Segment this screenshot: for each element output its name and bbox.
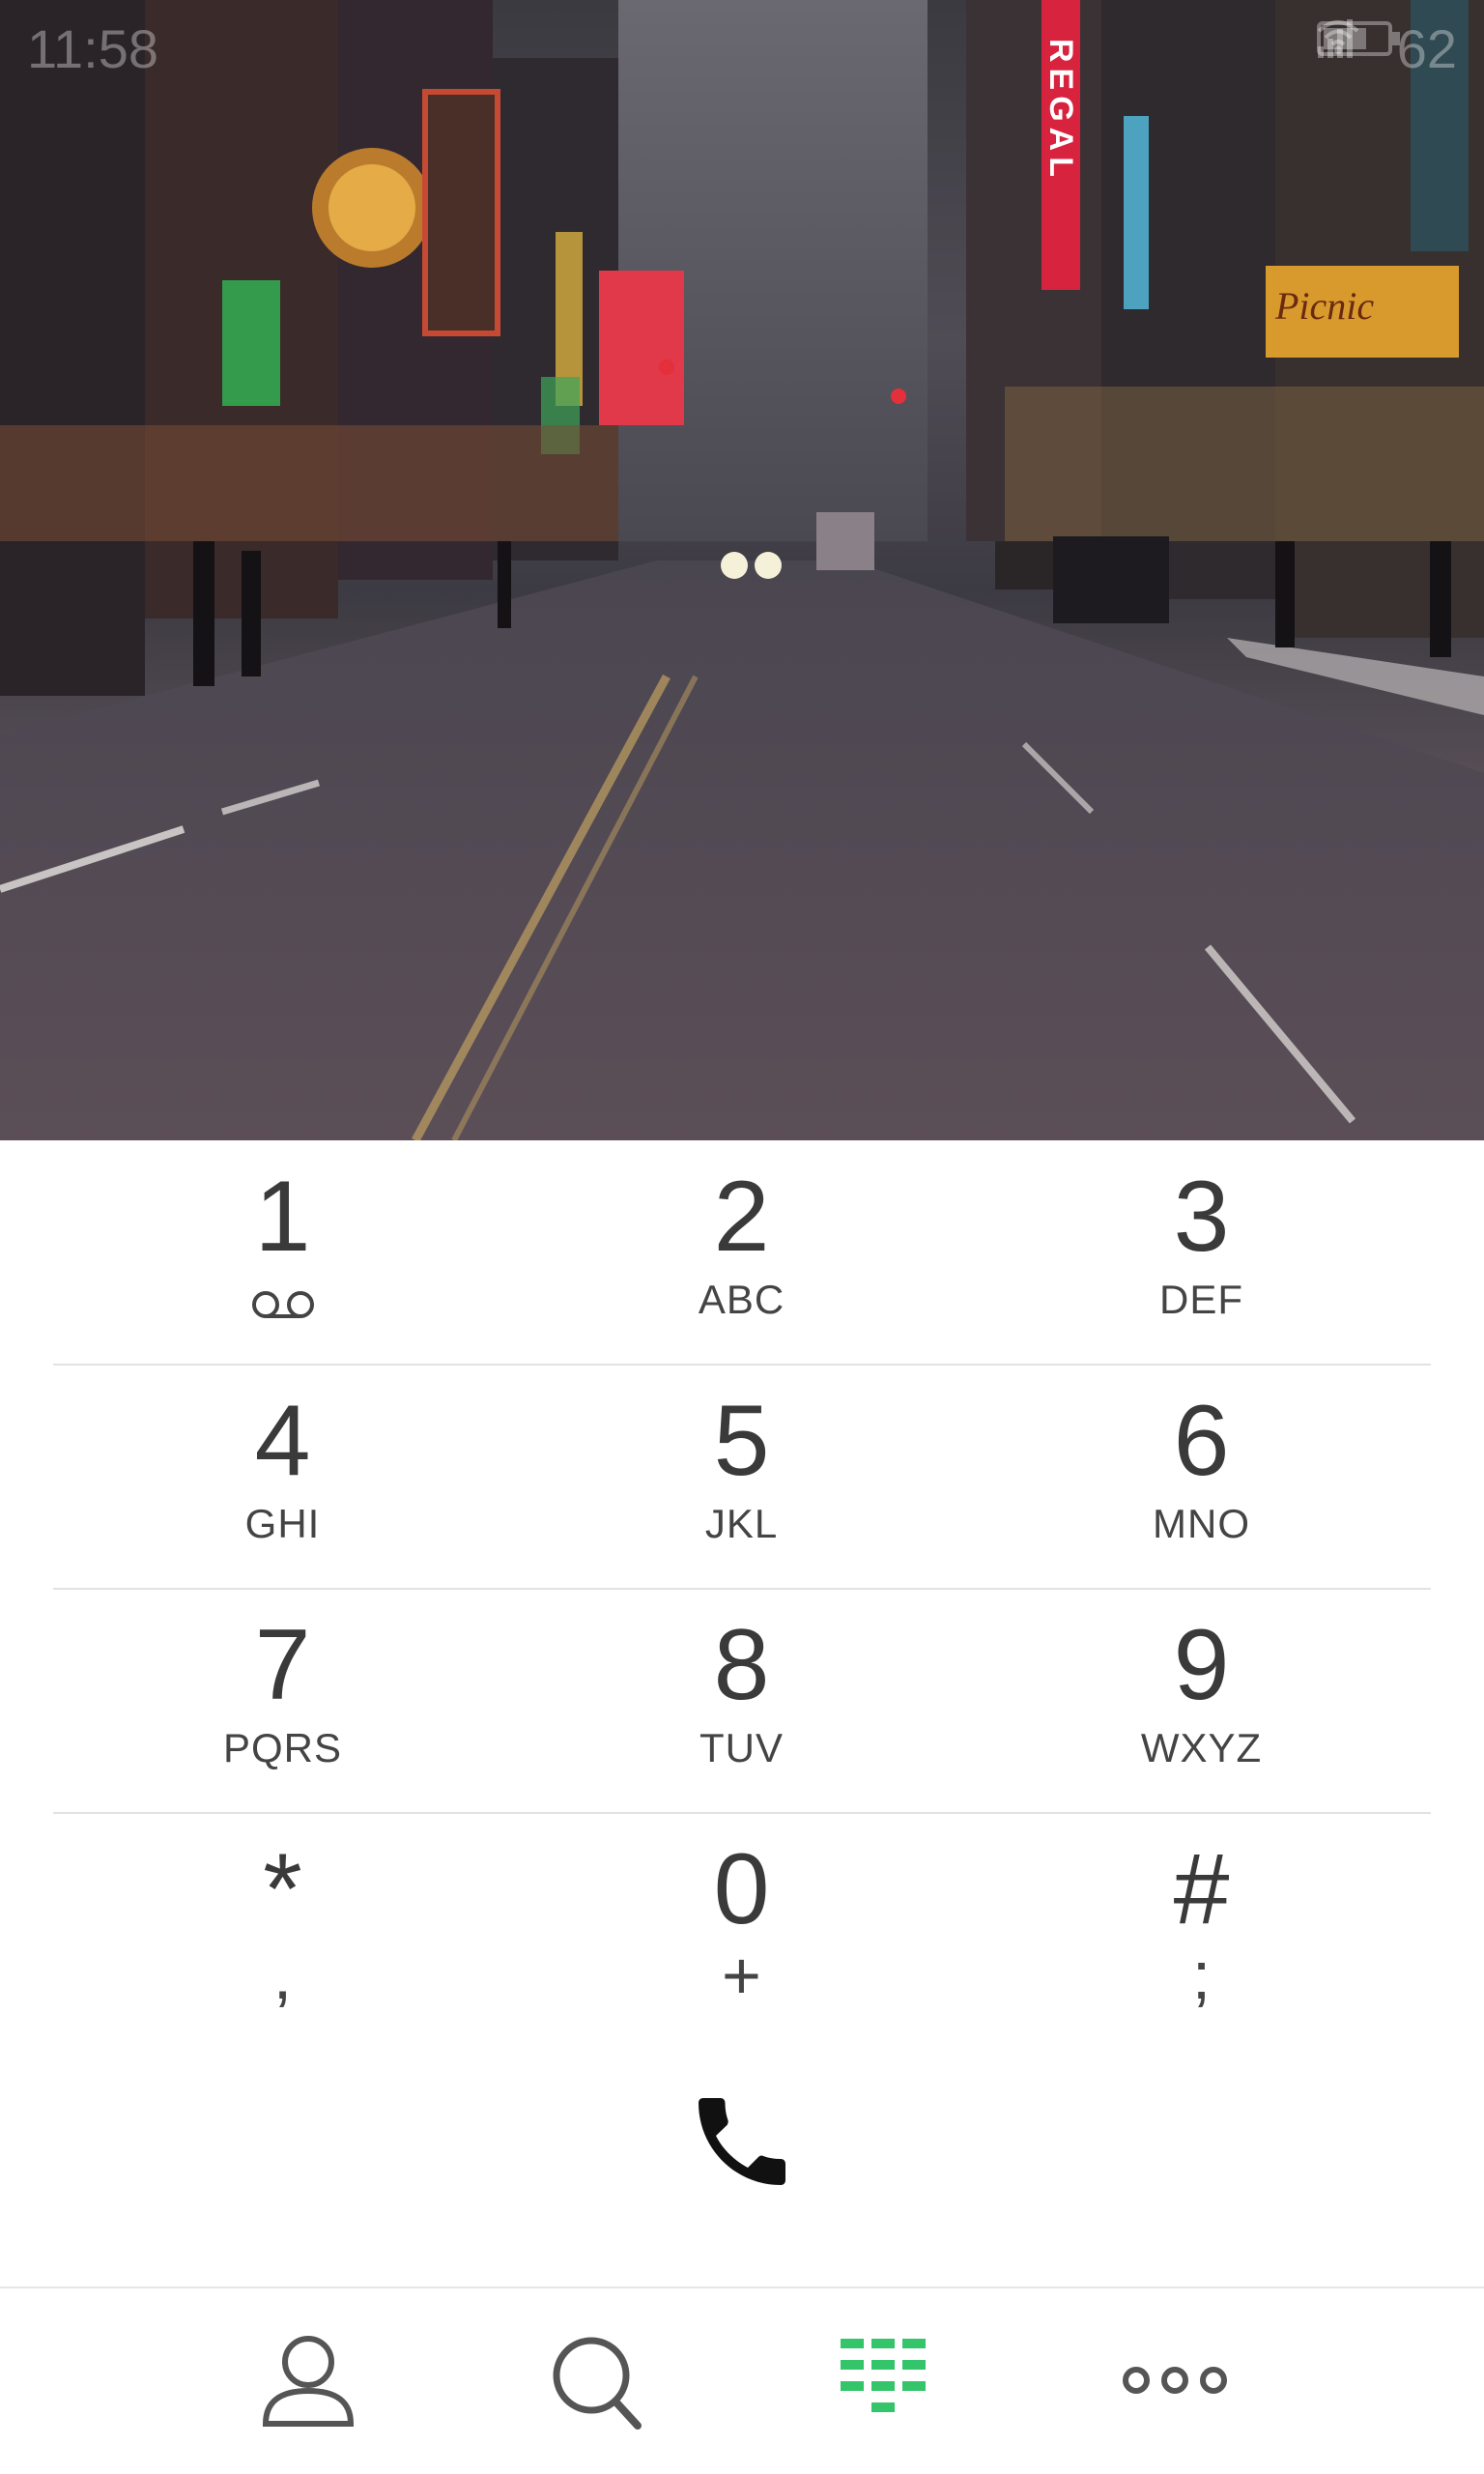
key-digit: 3 xyxy=(1173,1161,1230,1273)
key-letters: PQRS xyxy=(222,1725,343,1770)
key-4[interactable]: 4 GHI xyxy=(53,1365,512,1587)
key-digit: * xyxy=(263,1833,302,1945)
key-letters: WXYZ xyxy=(1140,1725,1263,1770)
nav-more-button[interactable] xyxy=(1117,2327,1233,2433)
keypad-row-1: 1 2 ABC 3 DEF xyxy=(53,1140,1431,1363)
key-3[interactable]: 3 DEF xyxy=(972,1140,1431,1363)
key-letters: GHI xyxy=(244,1501,321,1546)
city-street-illustration: REGAL Picnic xyxy=(0,0,1484,1140)
key-digit: 4 xyxy=(254,1385,311,1497)
call-button[interactable] xyxy=(684,2084,800,2200)
key-hash[interactable]: # ; xyxy=(972,1813,1431,2035)
key-0[interactable]: 0 + xyxy=(512,1813,971,2035)
nav-search-button[interactable] xyxy=(537,2327,653,2433)
keypad-row-4: * , 0 + # ; xyxy=(53,1813,1431,2035)
key-symbol: ; xyxy=(1191,1938,1212,2013)
key-digit: 7 xyxy=(254,1609,311,1721)
key-6[interactable]: 6 MNO xyxy=(972,1365,1431,1587)
key-star[interactable]: * , xyxy=(53,1813,512,2035)
keypad-row-2: 4 GHI 5 JKL 6 MNO xyxy=(53,1365,1431,1587)
key-9[interactable]: 9 WXYZ xyxy=(972,1589,1431,1811)
battery-percent: 62 xyxy=(1396,18,1457,79)
dialpad-icon xyxy=(841,2339,926,2412)
key-1[interactable]: 1 xyxy=(53,1140,512,1363)
key-letters: JKL xyxy=(704,1501,779,1546)
key-8[interactable]: 8 TUV xyxy=(512,1589,971,1811)
picnic-sign-text: Picnic xyxy=(1274,284,1374,328)
key-letters: TUV xyxy=(699,1725,784,1770)
search-icon xyxy=(553,2337,642,2430)
key-digit: # xyxy=(1173,1833,1230,1945)
key-digit: 9 xyxy=(1173,1609,1230,1721)
keypad-row-3: 7 PQRS 8 TUV 9 WXYZ xyxy=(53,1589,1431,1811)
wallpaper-image: REGAL Picnic 11:58 62 xyxy=(0,0,1484,1140)
key-letters: MNO xyxy=(1153,1501,1250,1546)
key-digit: 2 xyxy=(713,1161,770,1273)
key-letters: ABC xyxy=(698,1277,785,1322)
key-letters: DEF xyxy=(1159,1277,1243,1322)
key-digit: 6 xyxy=(1173,1385,1230,1497)
status-time: 11:58 xyxy=(27,18,158,79)
key-7[interactable]: 7 PQRS xyxy=(53,1589,512,1811)
key-symbol: , xyxy=(272,1938,293,2013)
key-digit: 0 xyxy=(713,1833,770,1945)
status-icons: 62 xyxy=(1316,17,1457,80)
nav-contacts-button[interactable] xyxy=(250,2327,366,2433)
voicemail-icon xyxy=(53,1274,512,1332)
bottom-navigation xyxy=(0,2288,1484,2474)
more-icon xyxy=(1123,2367,1227,2394)
key-5[interactable]: 5 JKL xyxy=(512,1365,971,1587)
key-digit: 8 xyxy=(713,1609,770,1721)
key-2[interactable]: 2 ABC xyxy=(512,1140,971,1363)
key-digit: 5 xyxy=(713,1385,770,1497)
key-digit: 1 xyxy=(254,1161,311,1273)
status-bar: 11:58 62 xyxy=(0,0,1484,97)
phone-icon xyxy=(699,2098,785,2185)
key-symbol: + xyxy=(722,1938,761,2013)
person-icon xyxy=(262,2336,355,2427)
nav-dialpad-button[interactable] xyxy=(829,2327,945,2433)
